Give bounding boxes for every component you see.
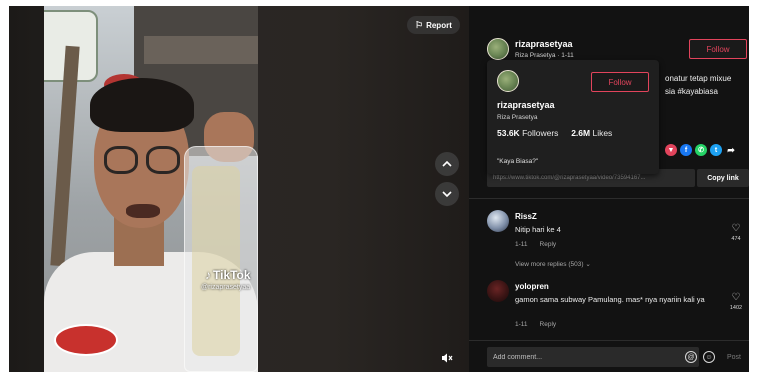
- video-player[interactable]: [44, 6, 258, 372]
- comment-like-count: 1402: [729, 305, 743, 311]
- popup-stats: 53.6K Followers 2.6M Likes: [497, 128, 612, 138]
- chevron-down-icon: [442, 191, 452, 198]
- likes-count: 2.6M: [571, 128, 591, 138]
- caption-line[interactable]: sia #kayabiasa: [665, 85, 747, 98]
- video-scene-hair: [90, 78, 194, 132]
- comment-input-bar: @ ☺ Post: [469, 340, 749, 372]
- watermark-brand: TikTok: [213, 268, 251, 282]
- comment-like-count: 474: [731, 236, 741, 242]
- heart-icon: ♡: [731, 292, 741, 303]
- video-area: ♪ TikTok @rizaprasetyaa ⚐ Report: [9, 6, 469, 372]
- follow-button[interactable]: Follow: [689, 39, 747, 59]
- comment-avatar[interactable]: [487, 280, 509, 302]
- tiktok-logo-icon: ♪: [205, 268, 211, 282]
- popup-avatar[interactable]: [497, 70, 519, 92]
- author-subtitle: Riza Prasetya · 1-11: [515, 52, 574, 59]
- details-panel: rizaprasetyaa Riza Prasetya · 1-11 Follo…: [469, 6, 749, 372]
- mute-button[interactable]: [437, 348, 457, 368]
- report-button[interactable]: ⚐ Report: [407, 16, 460, 34]
- reply-button[interactable]: Reply: [540, 241, 557, 248]
- comment-text: gamon sama subway Pamulang. mas* nya nya…: [515, 295, 705, 304]
- comment-meta: 1-11 Reply: [515, 321, 556, 328]
- comment-date: 1-11: [515, 321, 528, 328]
- caption-line: onatur tetap mixue: [665, 74, 732, 83]
- author-username[interactable]: rizaprasetyaa: [515, 39, 573, 49]
- flag-icon: ⚐: [415, 19, 424, 30]
- profile-hover-card: Follow rizaprasetyaa Riza Prasetya 53.6K…: [487, 60, 659, 174]
- watermark-handle: @rizaprasetyaa: [201, 284, 251, 291]
- copy-link-button[interactable]: Copy link: [697, 169, 749, 187]
- post-button[interactable]: Post: [727, 354, 741, 361]
- speaker-mute-icon: [442, 353, 453, 363]
- followers-count: 53.6K: [497, 128, 520, 138]
- share-red-icon[interactable]: ▼: [665, 144, 677, 156]
- comment-meta: 1-11 Reply: [515, 241, 556, 248]
- comment-like-button[interactable]: ♡ 1402: [725, 292, 747, 312]
- twitter-icon[interactable]: t: [710, 144, 722, 156]
- mention-icon[interactable]: @: [685, 351, 697, 363]
- video-scene-awning: [144, 36, 258, 64]
- tiktok-watermark: ♪ TikTok: [205, 268, 251, 282]
- comment-input[interactable]: [487, 347, 699, 367]
- video-scene-glasses-right: [146, 146, 180, 174]
- likes-label: Likes: [592, 128, 613, 138]
- comment-username[interactable]: yolopren: [515, 282, 549, 291]
- comment-text: Nitip hari ke 4: [515, 225, 561, 234]
- popup-bio: "Kaya Biasa?": [497, 158, 539, 165]
- share-icons-row: ▼ f ✆ t ➦: [665, 144, 737, 156]
- author-avatar[interactable]: [487, 38, 509, 60]
- video-caption: onatur tetap mixue sia #kayabiasa: [665, 72, 747, 98]
- video-scene-glasses-left: [104, 146, 138, 174]
- popup-follow-button[interactable]: Follow: [591, 72, 649, 92]
- share-arrow-icon[interactable]: ➦: [725, 144, 737, 156]
- emoji-icon[interactable]: ☺: [703, 351, 715, 363]
- comment-username[interactable]: RissZ: [515, 212, 537, 221]
- facebook-icon[interactable]: f: [680, 144, 692, 156]
- previous-video-button[interactable]: [435, 152, 459, 176]
- popup-username[interactable]: rizaprasetyaa: [497, 100, 555, 110]
- tiktok-video-page: ♪ TikTok @rizaprasetyaa ⚐ Report rizapras…: [9, 6, 749, 372]
- popup-display-name: Riza Prasetya: [497, 114, 538, 121]
- followers-label: Followers: [522, 128, 559, 138]
- next-video-button[interactable]: [435, 182, 459, 206]
- view-more-replies[interactable]: View more replies (503) ⌄: [515, 260, 591, 268]
- video-scene-bottle: [192, 166, 240, 356]
- heart-icon: ♡: [731, 223, 741, 234]
- comment-date: 1-11: [515, 241, 528, 248]
- report-label: Report: [426, 20, 452, 30]
- whatsapp-icon[interactable]: ✆: [695, 144, 707, 156]
- video-scene-shirt-logo: [54, 324, 118, 356]
- chevron-up-icon: [442, 160, 452, 167]
- video-scene-mouth: [126, 204, 160, 218]
- comment-like-button[interactable]: ♡ 474: [725, 223, 747, 243]
- divider: [469, 198, 749, 199]
- reply-button[interactable]: Reply: [540, 321, 557, 328]
- comment-avatar[interactable]: [487, 210, 509, 232]
